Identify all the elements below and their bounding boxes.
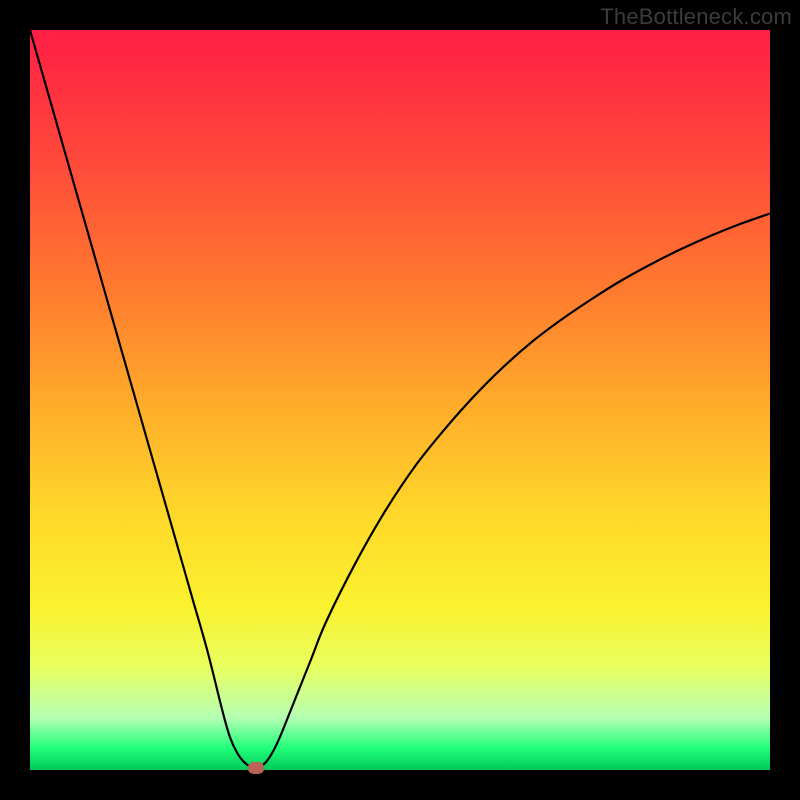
chart-stage: TheBottleneck.com bbox=[0, 0, 800, 800]
plot-area bbox=[30, 30, 770, 770]
bottleneck-curve bbox=[30, 30, 770, 770]
minimum-marker bbox=[248, 762, 264, 774]
watermark-text: TheBottleneck.com bbox=[600, 4, 792, 30]
